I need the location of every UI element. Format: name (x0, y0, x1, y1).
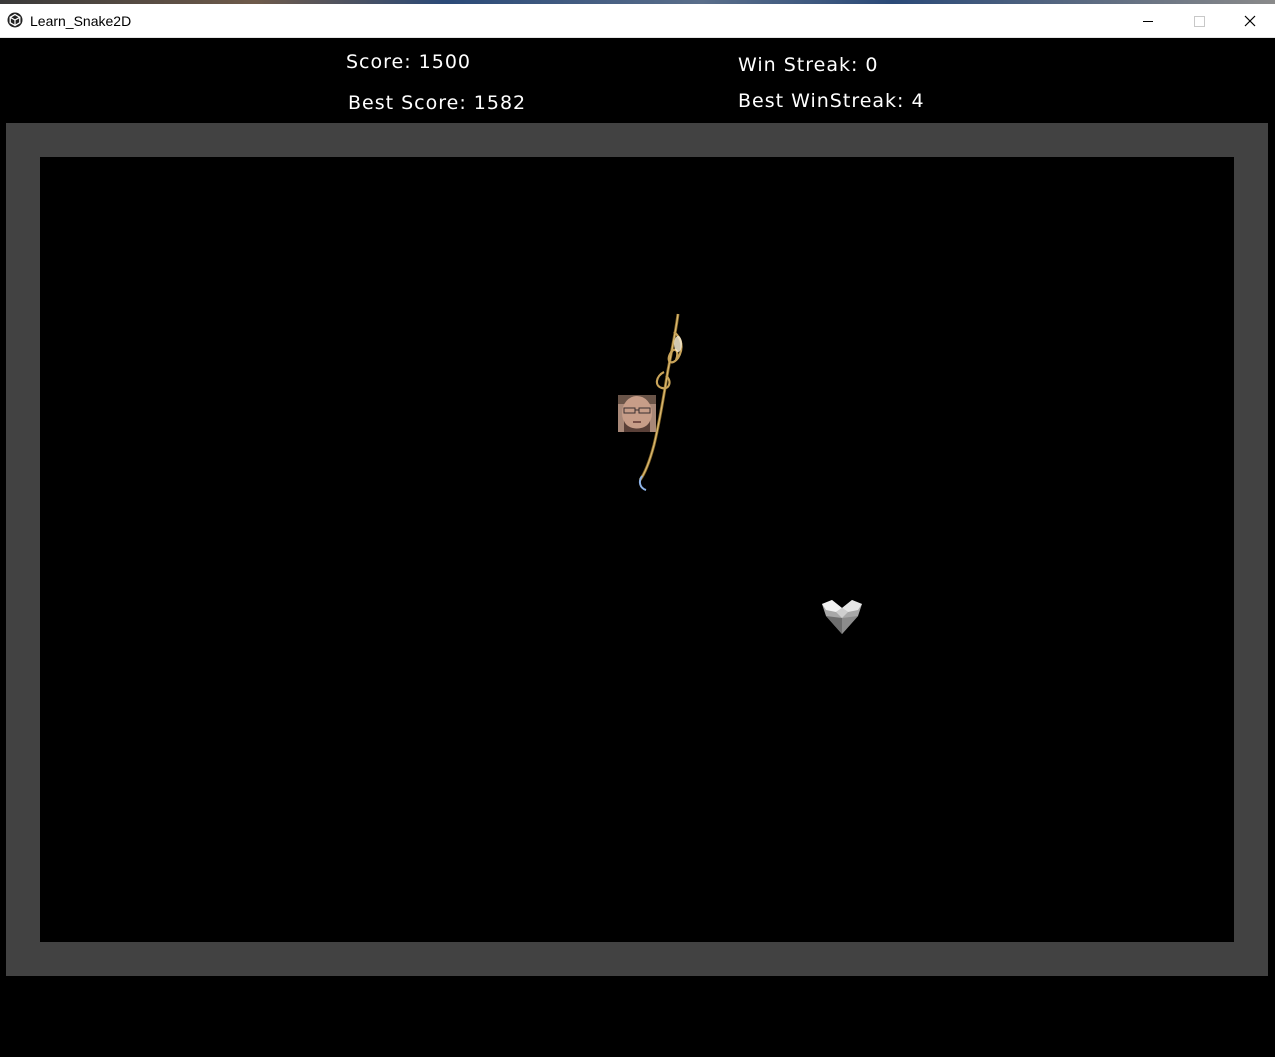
gem-icon (822, 600, 862, 634)
game-viewport[interactable]: Score: 1500 Best Score: 1582 Win Streak:… (0, 38, 1275, 1057)
best-winstreak-label: Best WinStreak: 4 (738, 90, 925, 112)
title-bar[interactable]: Learn_Snake2D (0, 4, 1275, 38)
arena (40, 157, 1234, 942)
best-score-label: Best Score: 1582 (348, 92, 527, 114)
unity-icon (7, 12, 23, 28)
score-label: Score: 1500 (346, 51, 472, 73)
window-title: Learn_Snake2D (30, 13, 132, 29)
close-icon (1244, 15, 1256, 27)
maximize-icon (1194, 16, 1205, 27)
minimize-icon (1143, 21, 1153, 22)
maximize-button[interactable] (1176, 8, 1222, 34)
face-icon (618, 395, 656, 432)
minimize-button[interactable] (1125, 8, 1171, 34)
win-streak-label: Win Streak: 0 (738, 54, 879, 76)
close-button[interactable] (1227, 8, 1273, 34)
